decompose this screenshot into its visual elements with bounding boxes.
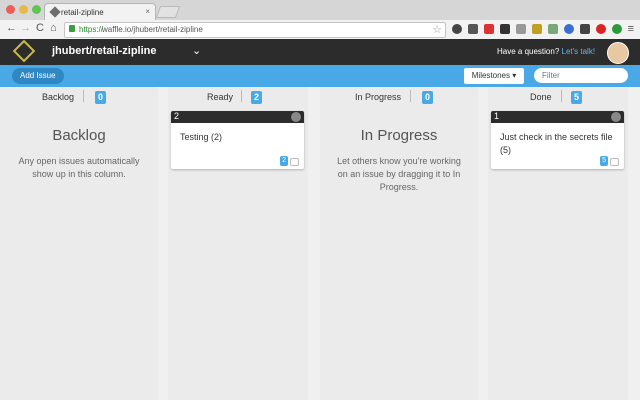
issue-count-badge: 0 <box>422 91 434 104</box>
points-badge: 5 <box>600 156 608 166</box>
empty-column-title: Backlog <box>52 127 106 144</box>
comment-icon <box>290 158 299 166</box>
assignee-icon[interactable] <box>291 112 301 122</box>
waffle-favicon-icon <box>49 6 61 18</box>
extension-icon[interactable] <box>532 24 542 34</box>
extension-icon[interactable] <box>516 24 526 34</box>
pocket-icon[interactable] <box>468 24 478 34</box>
column-ready: Ready 2 2 Testing (2) 2 <box>168 87 308 400</box>
bookmark-star-icon[interactable]: ☆ <box>432 23 442 36</box>
assignee-icon[interactable] <box>611 112 621 122</box>
back-icon[interactable]: ← <box>6 22 17 34</box>
empty-column-title: In Progress <box>360 127 438 144</box>
column-header: Done 5 <box>488 87 628 109</box>
url-path: waffle.io/jhubert/retail-zipline <box>102 25 203 34</box>
extension-icon[interactable] <box>564 24 574 34</box>
chevron-down-icon[interactable]: ⌄ <box>192 44 201 57</box>
reload-icon[interactable]: C <box>36 22 44 34</box>
column-header: In Progress 0 <box>320 87 478 109</box>
action-bar: Add Issue Milestones ▾ <box>0 65 640 87</box>
extension-icon[interactable] <box>484 24 494 34</box>
extension-icon[interactable] <box>548 24 558 34</box>
window-close-icon[interactable] <box>6 5 15 14</box>
lock-icon <box>69 25 75 32</box>
card-header: 1 <box>491 111 624 123</box>
column-divider <box>561 90 562 102</box>
column-name: Backlog <box>42 92 75 102</box>
add-issue-button[interactable]: Add Issue <box>12 68 64 84</box>
issue-number: 2 <box>174 111 180 121</box>
column-divider <box>83 90 84 102</box>
issue-count-badge: 2 <box>251 91 263 104</box>
forward-icon[interactable]: → <box>20 22 31 34</box>
board: Backlog 0 Backlog Any open issues automa… <box>0 87 640 400</box>
filter-input[interactable] <box>534 68 628 83</box>
column-divider <box>241 90 242 102</box>
issue-number: 1 <box>494 111 500 121</box>
tab-close-icon[interactable]: × <box>145 7 150 16</box>
column-header: Backlog 0 <box>0 87 158 109</box>
browser-tab-bar: retail-zipline × <box>0 0 640 21</box>
help-prompt: Have a question? Let's talk! <box>497 47 595 56</box>
avatar[interactable] <box>607 42 629 64</box>
browser-menu-icon[interactable]: ≡ <box>628 23 634 35</box>
extension-icon[interactable] <box>580 24 590 34</box>
empty-column-text: Any open issues automatically show up in… <box>18 156 140 179</box>
issue-title[interactable]: Testing (2) <box>180 131 298 144</box>
card-header: 2 <box>171 111 304 123</box>
window-minimize-icon[interactable] <box>19 5 28 14</box>
extension-icon[interactable] <box>612 24 622 34</box>
issue-card[interactable]: 2 Testing (2) 2 <box>171 111 304 169</box>
points-badge: 2 <box>280 156 288 166</box>
column-name: In Progress <box>355 92 402 102</box>
column-divider <box>410 90 411 102</box>
comment-icon <box>610 158 619 166</box>
extension-icon[interactable] <box>500 24 510 34</box>
extension-icon[interactable] <box>452 24 462 34</box>
tab-title: retail-zipline <box>61 8 104 17</box>
column-name: Ready <box>207 92 234 102</box>
app-header: jhubert/retail-zipline ⌄ Have a question… <box>0 39 640 65</box>
window-maximize-icon[interactable] <box>32 5 41 14</box>
waffle-logo-icon[interactable] <box>12 39 36 63</box>
column-done: Done 5 1 Just check in the secrets file … <box>488 87 628 400</box>
extension-icon[interactable] <box>596 24 606 34</box>
issue-count-badge: 0 <box>95 91 107 104</box>
issue-count-badge: 5 <box>571 91 583 104</box>
column-in-progress: In Progress 0 In Progress Let others kno… <box>320 87 478 400</box>
milestones-dropdown[interactable]: Milestones ▾ <box>464 68 524 84</box>
empty-column-text: Let others know you're working on an iss… <box>337 156 461 192</box>
new-tab-button[interactable] <box>155 6 181 18</box>
repo-name[interactable]: jhubert/retail-zipline <box>52 45 157 57</box>
column-backlog: Backlog 0 Backlog Any open issues automa… <box>0 87 158 400</box>
issue-title[interactable]: Just check in the secrets file (5) <box>500 131 618 157</box>
home-icon[interactable]: ⌂ <box>50 22 57 34</box>
column-name: Done <box>530 92 552 102</box>
browser-tab[interactable]: retail-zipline × <box>44 3 156 21</box>
browser-toolbar: ← → C ⌂ https:// waffle.io/jhubert/retai… <box>0 20 640 40</box>
lets-talk-link[interactable]: Let's talk! <box>562 47 596 56</box>
address-bar[interactable]: https:// waffle.io/jhubert/retail-ziplin… <box>64 22 446 38</box>
help-question-text: Have a question? <box>497 47 562 56</box>
column-header: Ready 2 <box>168 87 308 109</box>
url-scheme: https:// <box>79 25 104 34</box>
issue-card[interactable]: 1 Just check in the secrets file (5) 5 <box>491 111 624 169</box>
